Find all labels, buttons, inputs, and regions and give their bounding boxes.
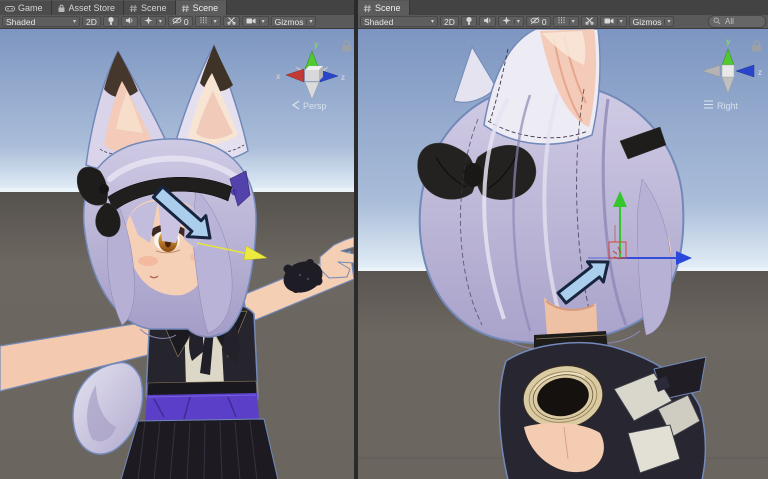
hidden-count: 0: [183, 16, 189, 27]
search-input[interactable]: [723, 16, 761, 27]
tab-scene-1[interactable]: Scene: [124, 0, 176, 15]
scene-icon: [129, 4, 138, 13]
effects-dropdown-button[interactable]: ▾: [497, 16, 524, 27]
unity-editor: Game Asset Store Scene Scene Shaded ▾ 2D…: [0, 0, 768, 479]
scene-search-field[interactable]: [708, 15, 766, 28]
grid-icon: [557, 16, 566, 27]
camera-icon: [604, 17, 614, 27]
tab-label: Scene: [192, 3, 219, 13]
tab-scene-2-active[interactable]: Scene: [175, 0, 228, 15]
asset-store-icon: [57, 4, 66, 13]
lighting-toggle-button[interactable]: [102, 16, 119, 28]
effects-icon: [144, 16, 153, 27]
right-scene-toolbar: Shaded ▾ 2D ▾ 0 ▾ ▾ Gizmos ▾ All: [358, 15, 768, 29]
svg-text:z: z: [758, 68, 762, 77]
left-scene-toolbar: Shaded ▾ 2D ▾ 0 ▾ ▾ Gizmos ▾: [0, 15, 354, 29]
shading-mode-dropdown[interactable]: Shaded ▾: [2, 16, 80, 27]
camera-dropdown-button[interactable]: ▾: [599, 16, 627, 27]
scene-viewport-left[interactable]: y x z Persp: [0, 29, 354, 479]
scene-viewport-right[interactable]: y z Right: [358, 29, 768, 479]
svg-text:x: x: [276, 72, 281, 81]
lightbulb-icon: [107, 16, 115, 28]
chevron-down-icon: ▾: [258, 18, 265, 25]
scene-visibility-button[interactable]: 0: [525, 16, 551, 27]
shading-mode-label: Shaded: [6, 16, 36, 27]
gizmos-label: Gizmos: [274, 16, 304, 27]
lightbulb-icon: [465, 16, 473, 28]
chevron-down-icon: ▾: [155, 18, 162, 25]
tools-icon: [227, 16, 236, 27]
tab-game[interactable]: Game: [0, 0, 52, 15]
chevron-down-icon: ▾: [306, 18, 312, 25]
chevron-down-icon: ▾: [210, 18, 217, 25]
skirt: [120, 418, 279, 479]
chevron-down-icon: ▾: [568, 18, 575, 25]
2d-label: 2D: [86, 16, 97, 27]
speaker-icon: [125, 16, 134, 27]
chevron-down-icon: ▾: [513, 18, 520, 25]
gizmos-dropdown[interactable]: Gizmos ▾: [270, 16, 317, 27]
eye-hidden-icon: [172, 16, 182, 27]
chevron-down-icon: ▾: [616, 18, 623, 25]
svg-text:y: y: [314, 40, 319, 49]
effects-dropdown-button[interactable]: ▾: [139, 16, 166, 27]
lighting-toggle-button[interactable]: [460, 16, 477, 28]
toggle-2d-button[interactable]: 2D: [440, 16, 459, 27]
chevron-down-icon: ▾: [72, 18, 76, 25]
grid-icon: [199, 16, 208, 27]
component-tools-button[interactable]: [222, 16, 240, 27]
speaker-icon: [483, 16, 492, 27]
svg-text:z: z: [341, 73, 345, 82]
search-icon: [713, 17, 721, 27]
scene-visibility-button[interactable]: 0: [167, 16, 193, 27]
projection-label: Right: [717, 101, 739, 111]
grid-visibility-dropdown[interactable]: ▾: [194, 16, 221, 27]
chevron-down-icon: ▾: [430, 18, 434, 25]
scene-icon: [363, 4, 372, 13]
tab-label: Asset Store: [68, 3, 116, 13]
shading-mode-label: Shaded: [364, 16, 394, 27]
2d-label: 2D: [444, 16, 455, 27]
camera-icon: [246, 17, 256, 27]
shading-mode-dropdown[interactable]: Shaded ▾: [360, 16, 438, 27]
svg-text:y: y: [726, 37, 731, 46]
tab-scene-right[interactable]: Scene: [358, 0, 410, 15]
projection-label: Persp: [303, 101, 327, 111]
hidden-count: 0: [541, 16, 547, 27]
audio-toggle-button[interactable]: [478, 16, 496, 27]
eye-hidden-icon: [530, 16, 540, 27]
chevron-down-icon: ▾: [664, 18, 670, 25]
tab-label: Scene: [375, 3, 401, 13]
gizmos-label: Gizmos: [632, 16, 662, 27]
left-tabbar: Game Asset Store Scene Scene: [0, 0, 354, 15]
tab-label: Game: [18, 3, 43, 13]
camera-dropdown-button[interactable]: ▾: [241, 16, 269, 27]
grid-visibility-dropdown[interactable]: ▾: [552, 16, 579, 27]
tab-asset-store[interactable]: Asset Store: [51, 0, 125, 15]
audio-toggle-button[interactable]: [120, 16, 138, 27]
right-tabbar: Scene: [358, 0, 768, 15]
scene-icon: [181, 4, 190, 13]
scene-panel-left: Game Asset Store Scene Scene Shaded ▾ 2D…: [0, 0, 354, 479]
component-tools-button[interactable]: [580, 16, 598, 27]
effects-icon: [502, 16, 511, 27]
tools-icon: [585, 16, 594, 27]
tab-label: Scene: [141, 3, 167, 13]
toggle-2d-button[interactable]: 2D: [82, 16, 101, 27]
gizmos-dropdown[interactable]: Gizmos ▾: [628, 16, 675, 27]
game-icon: [5, 4, 15, 13]
scene-panel-right: Scene Shaded ▾ 2D ▾ 0 ▾ ▾ Gizmos ▾ All y…: [358, 0, 768, 479]
